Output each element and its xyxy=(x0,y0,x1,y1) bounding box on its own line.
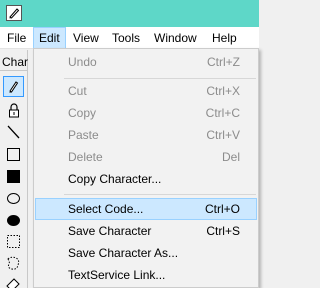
menu-file[interactable]: File xyxy=(1,27,32,49)
menu-item-copy[interactable]: Copy Ctrl+C xyxy=(35,102,257,124)
pen-icon[interactable] xyxy=(6,5,22,21)
ellipse-filled-icon[interactable] xyxy=(3,210,24,231)
menu-edit[interactable]: Edit xyxy=(33,27,66,49)
textservice-link-label: TextService Link... xyxy=(68,268,166,282)
save-character-shortcut: Ctrl+S xyxy=(206,224,240,238)
menu-item-cut[interactable]: Cut Ctrl+X xyxy=(35,80,257,102)
save-character-label: Save Character xyxy=(68,224,152,238)
paste-label: Paste xyxy=(68,128,99,142)
menu-item-save-character[interactable]: Save Character Ctrl+S xyxy=(35,220,257,242)
delete-label: Delete xyxy=(68,150,103,164)
paste-shortcut: Ctrl+V xyxy=(206,128,240,142)
menu-item-save-character-as[interactable]: Save Character As... xyxy=(35,242,257,264)
delete-shortcut: Del xyxy=(221,150,240,164)
menu-item-delete[interactable]: Delete Del xyxy=(35,146,257,168)
menu-view[interactable]: View xyxy=(67,27,105,49)
menu-help[interactable]: Help xyxy=(206,27,243,49)
cut-shortcut: Ctrl+X xyxy=(206,84,240,98)
freeform-select-icon[interactable] xyxy=(3,253,24,274)
lock-icon[interactable] xyxy=(3,100,24,121)
eraser-icon[interactable] xyxy=(3,274,24,288)
menu-tools[interactable]: Tools xyxy=(106,27,146,49)
menu-item-select-code[interactable]: Select Code... Ctrl+O xyxy=(35,198,257,220)
copy-shortcut: Ctrl+C xyxy=(205,106,240,120)
copy-label: Copy xyxy=(68,106,97,120)
title-bar xyxy=(0,0,259,27)
menu-separator xyxy=(64,78,256,79)
cut-label: Cut xyxy=(68,84,87,98)
menu-item-copy-character[interactable]: Copy Character... xyxy=(35,168,257,190)
character-label: Chara xyxy=(2,55,28,69)
menu-item-paste[interactable]: Paste Ctrl+V xyxy=(35,124,257,146)
ellipse-outline-icon[interactable] xyxy=(3,188,24,209)
menu-separator xyxy=(64,194,256,195)
panel-divider xyxy=(0,70,28,71)
menu-item-textservice-link[interactable]: TextService Link... xyxy=(35,264,257,286)
line-icon[interactable] xyxy=(3,122,24,143)
undo-label: Undo xyxy=(68,55,97,69)
menu-bar: File Edit View Tools Window Help xyxy=(0,27,259,49)
menu-item-undo[interactable]: Undo Ctrl+Z xyxy=(35,51,257,73)
select-code-shortcut: Ctrl+O xyxy=(204,202,240,216)
save-character-as-label: Save Character As... xyxy=(68,246,179,260)
rectangle-outline-icon[interactable] xyxy=(3,144,24,165)
copy-character-label: Copy Character... xyxy=(68,172,162,186)
undo-shortcut: Ctrl+Z xyxy=(207,55,240,69)
edit-menu-dropdown: Undo Ctrl+Z Cut Ctrl+X Copy Ctrl+C Paste… xyxy=(33,48,259,288)
menu-window[interactable]: Window xyxy=(148,27,203,49)
rectangle-filled-icon[interactable] xyxy=(3,166,24,187)
select-code-label: Select Code... xyxy=(68,202,144,216)
pencil-icon[interactable] xyxy=(3,76,24,97)
rect-select-icon[interactable] xyxy=(3,231,24,252)
